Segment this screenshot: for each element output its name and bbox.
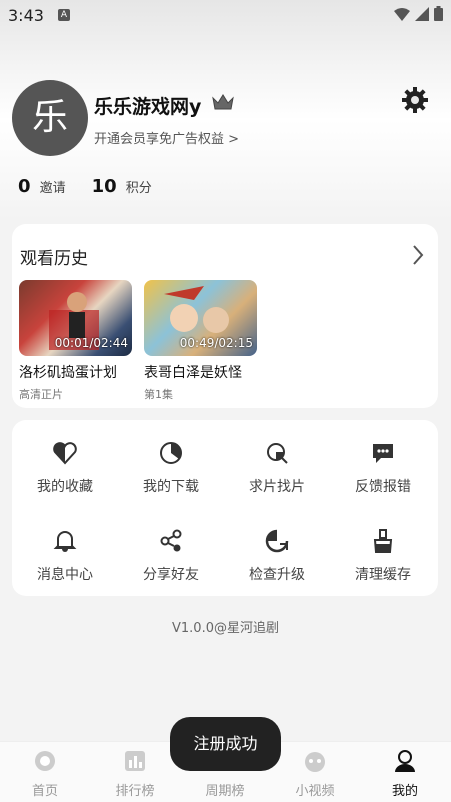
tab-label: 小视频 [295,784,335,799]
ranking-icon [125,751,145,771]
video-subtitle: 高清正片 [19,388,63,401]
gear-icon[interactable] [401,86,429,114]
video-title: 洛杉矶捣蛋计划 [19,365,117,381]
notification-a-icon: A [58,9,70,21]
function-grid: 我的收藏 我的下载 求片找片 反馈报错 消息中心 分享好友 检查升级 清理缓存 [12,420,438,596]
home-icon [35,751,55,771]
short-video-icon [305,752,325,772]
heart-icon [53,442,77,465]
user-stats: 0 邀请 10 积分 [18,176,152,197]
grid-item-downloads[interactable]: 我的下载 [118,420,224,504]
avatar[interactable]: 乐 [12,80,88,156]
download-icon [160,442,182,464]
grid-item-label: 我的下载 [143,479,199,495]
tab-short-video[interactable]: 小视频 [270,748,360,799]
grid-item-clear-cache[interactable]: 清理缓存 [330,508,436,592]
status-time: 3:43 [8,6,44,25]
chevron-right-icon[interactable] [412,244,424,266]
version-text: V1.0.0@星河追剧 [172,621,279,636]
tab-label: 我的 [391,784,418,799]
grid-item-label: 检查升级 [249,567,305,583]
stat-invite-count: 0 [18,176,31,197]
vip-link[interactable]: 开通会员享免广告权益 > [94,128,239,147]
share-icon [160,529,182,552]
grid-item-label: 清理缓存 [355,567,411,583]
history-item[interactable]: 00:01/02:44 洛杉矶捣蛋计划 高清正片 [19,280,132,402]
watch-history-title: 观看历史 [20,249,88,269]
tab-home[interactable]: 首页 [0,748,90,799]
feedback-icon [373,444,393,463]
grid-item-request[interactable]: 求片找片 [224,420,330,504]
search-film-icon [267,443,288,464]
system-icons [394,6,443,21]
grid-item-label: 求片找片 [249,479,305,495]
history-item[interactable]: 00:49/02:15 表哥白泽是妖怪 第1集 [144,280,257,402]
tab-mine[interactable]: 我的 [360,748,450,799]
signal-icon [415,6,429,21]
grid-item-label: 消息中心 [37,567,93,583]
toast-message: 注册成功 [170,717,281,771]
stat-points[interactable]: 10 积分 [92,176,152,197]
status-bar: 3:43 A [0,0,451,30]
tab-label: 排行榜 [115,784,155,799]
tab-ranking[interactable]: 排行榜 [90,748,180,799]
profile-header: 乐 乐乐游戏网y 开通会员享免广告权益 > [12,80,437,160]
username: 乐乐游戏网y [94,96,202,118]
video-thumbnail[interactable]: 00:49/02:15 [144,280,257,356]
stat-points-count: 10 [91,176,117,197]
grid-item-messages[interactable]: 消息中心 [12,508,118,592]
video-progress-time: 00:01/02:44 [54,336,128,350]
mine-icon [395,750,415,772]
video-progress-time: 00:49/02:15 [179,336,253,350]
grid-item-label: 分享好友 [143,567,199,583]
tab-label: 首页 [31,784,58,799]
crown-icon [212,94,234,110]
grid-item-label: 我的收藏 [37,479,93,495]
upgrade-icon [265,529,289,553]
broom-icon [373,529,393,553]
stat-invite-label: 邀请 [39,181,66,196]
video-thumbnail[interactable]: 00:01/02:44 [19,280,132,356]
wifi-icon [394,7,410,21]
video-title: 表哥白泽是妖怪 [144,365,242,381]
watch-history-card: 观看历史 00:01/02:44 洛杉矶捣蛋计划 高清正片 00:49/02:1… [12,224,438,408]
video-subtitle: 第1集 [144,388,173,401]
grid-item-label: 反馈报错 [355,479,411,495]
grid-item-share[interactable]: 分享好友 [118,508,224,592]
tab-label: 周期榜 [205,784,245,799]
bell-icon [53,531,77,552]
stat-points-label: 积分 [125,181,152,196]
grid-item-feedback[interactable]: 反馈报错 [330,420,436,504]
battery-icon [434,6,443,21]
stat-invite[interactable]: 0 邀请 [18,176,66,197]
grid-item-favorites[interactable]: 我的收藏 [12,420,118,504]
grid-item-upgrade[interactable]: 检查升级 [224,508,330,592]
